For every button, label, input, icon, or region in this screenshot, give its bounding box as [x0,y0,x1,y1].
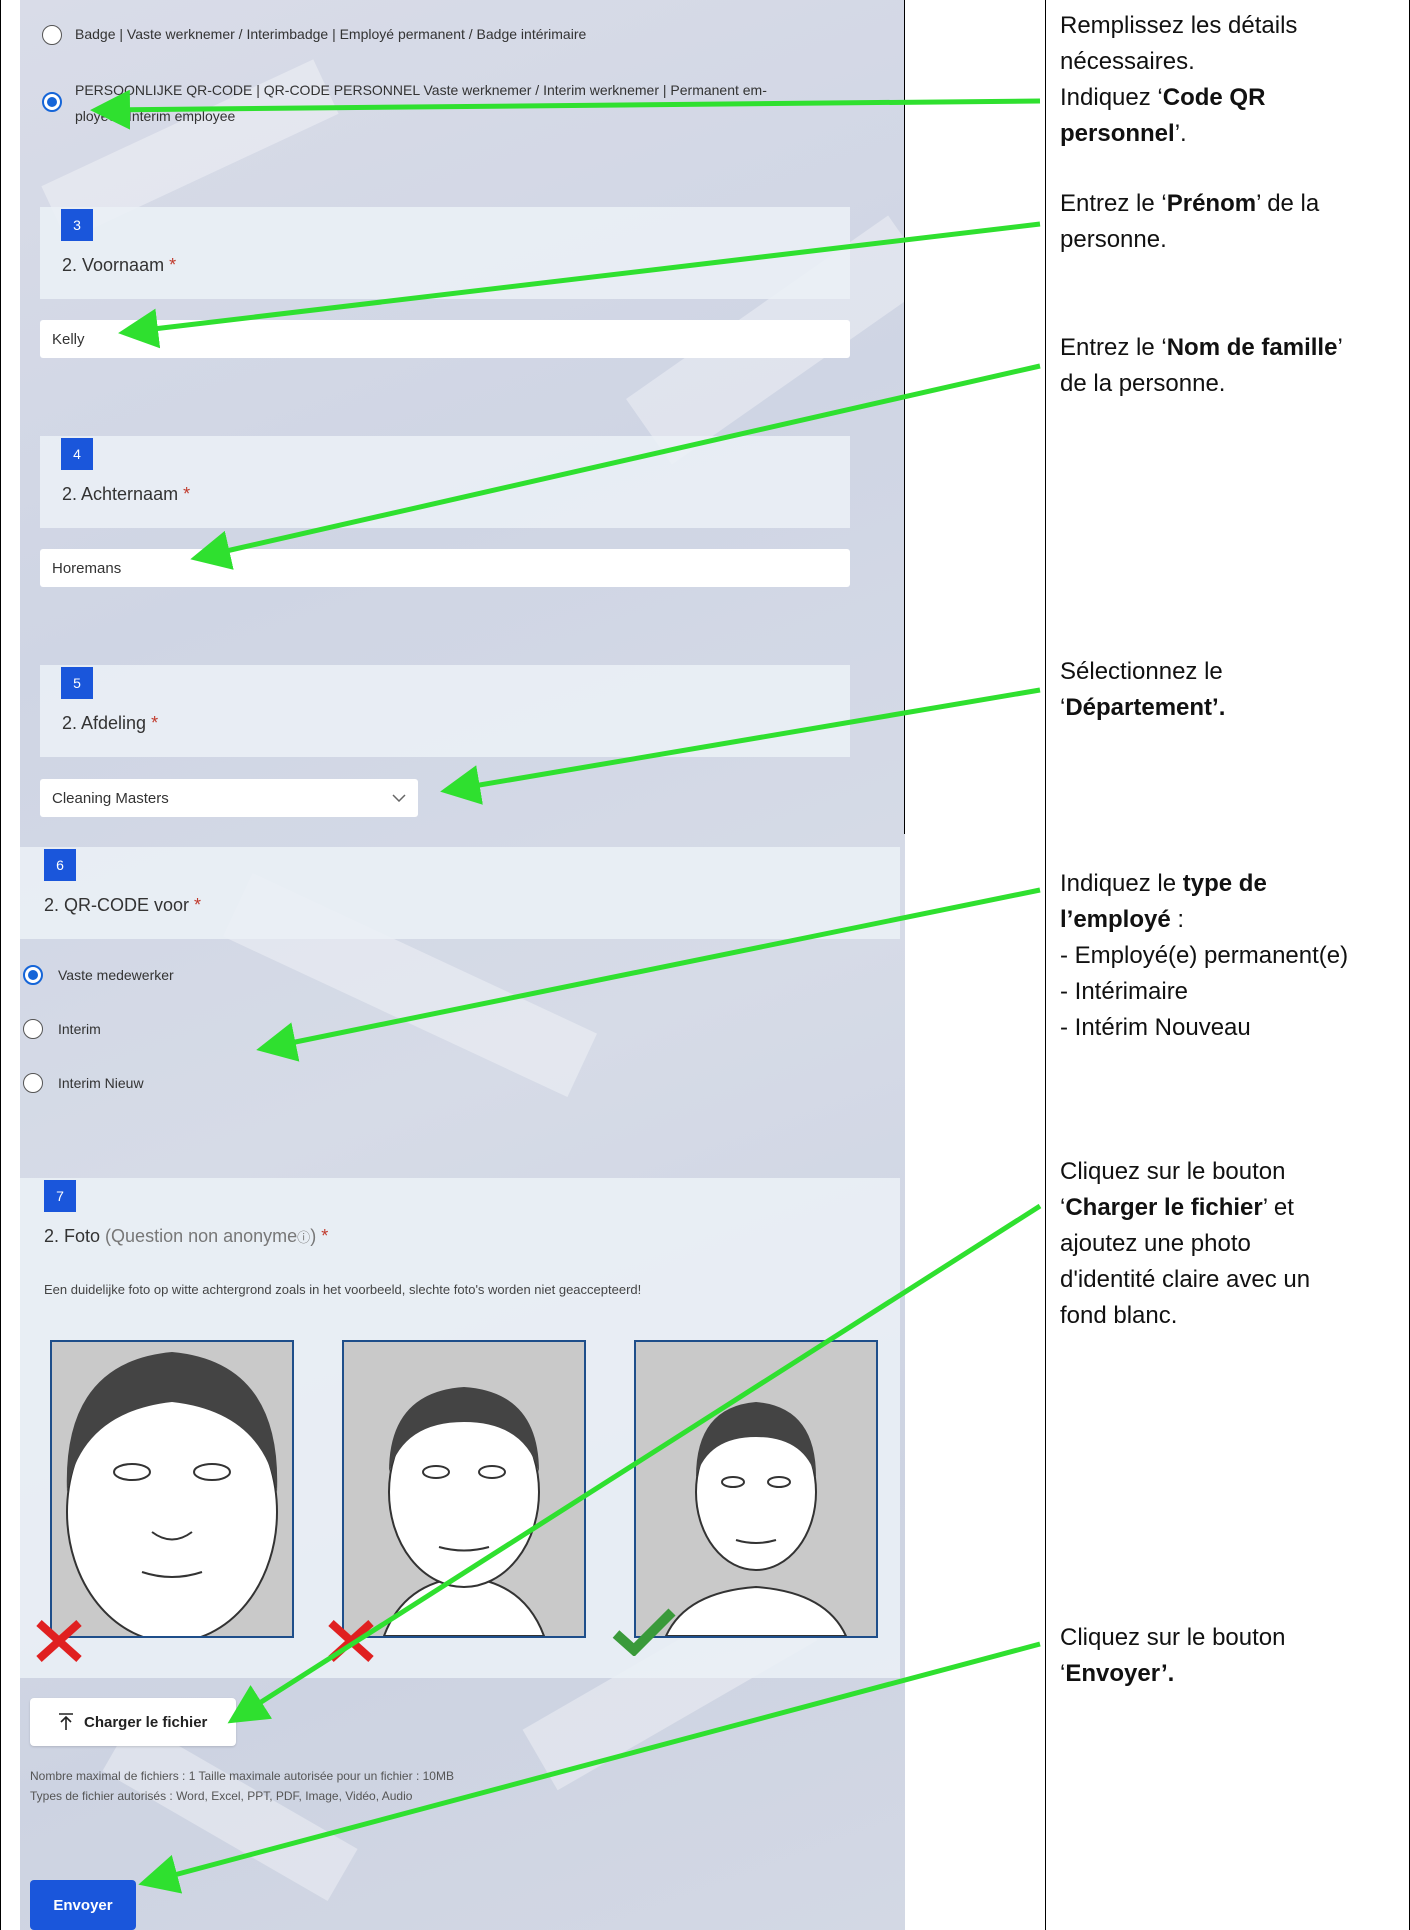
arrow-to-qr-option [90,89,1041,130]
arrow-to-employee-type [256,887,1041,1062]
arrow-to-submit-button [138,1641,1041,1894]
arrow-to-last-name [190,363,1041,570]
arrow-to-first-name [118,221,1041,349]
arrow-to-upload-button [227,1203,1042,1724]
annotation-arrows [90,89,1042,1894]
arrow-to-department [440,687,1041,805]
